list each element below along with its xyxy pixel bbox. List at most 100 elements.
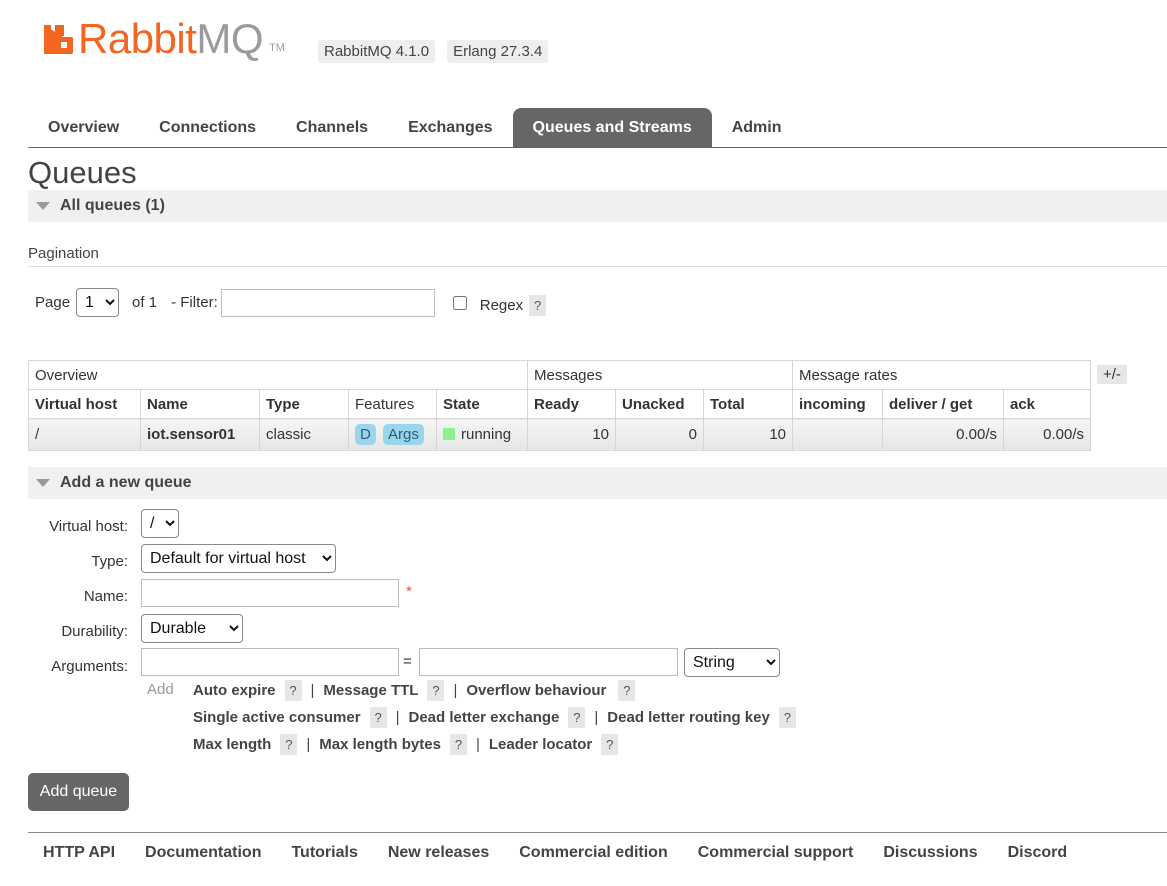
group-message-rates: Message rates	[792, 360, 1091, 390]
separator: |	[306, 736, 311, 753]
rabbitmq-logo[interactable]: RabbitMQ TM	[42, 16, 285, 60]
separator: |	[475, 736, 480, 753]
cell-unacked: 0	[615, 418, 704, 451]
collapse-triangle-icon	[36, 202, 50, 210]
tab-channels[interactable]: Channels	[276, 108, 388, 147]
group-messages: Messages	[527, 360, 793, 390]
footer-link-http-api[interactable]: HTTP API	[43, 844, 115, 862]
tab-queues-and-streams[interactable]: Queues and Streams	[512, 108, 712, 147]
vhost-select[interactable]: /	[141, 509, 179, 538]
arguments-label: Arguments:	[51, 658, 128, 675]
table-row: / iot.sensor01 classic D Args running 10…	[28, 418, 1091, 451]
cell-ready: 10	[527, 418, 616, 451]
max-length-bytes-help-icon[interactable]: ?	[449, 734, 467, 755]
add-queue-toggle[interactable]: Add a new queue	[28, 467, 1167, 499]
page-title: Queues	[28, 155, 137, 190]
name-input[interactable]	[141, 579, 399, 607]
col-ready[interactable]: Ready	[527, 389, 616, 419]
all-queues-toggle[interactable]: All queues (1)	[28, 190, 1167, 222]
trademark: TM	[269, 42, 285, 54]
argument-type-select[interactable]: String	[684, 648, 780, 677]
max-length-help-icon[interactable]: ?	[280, 734, 298, 755]
footer-link-commercial-support[interactable]: Commercial support	[698, 844, 854, 862]
vhost-label: Virtual host:	[49, 518, 128, 535]
arg-max-length-link[interactable]: Max length	[193, 736, 271, 753]
filter-input[interactable]	[220, 288, 435, 317]
cell-deliver-get: 0.00/s	[882, 418, 1004, 451]
of-pages-label: of 1	[132, 294, 158, 311]
separator: |	[594, 709, 599, 726]
cell-vhost: /	[28, 418, 141, 451]
collapse-triangle-icon	[36, 479, 50, 487]
col-state[interactable]: State	[436, 389, 528, 419]
equals-sign: =	[403, 653, 412, 670]
col-deliver-get[interactable]: deliver / get	[882, 389, 1004, 419]
arg-max-length-bytes-link[interactable]: Max length bytes	[319, 736, 441, 753]
footer-links: HTTP API Documentation Tutorials New rel…	[28, 832, 1167, 872]
separator: |	[453, 682, 458, 699]
regex-help-icon[interactable]: ?	[529, 295, 547, 316]
arg-message-ttl-link[interactable]: Message TTL	[323, 682, 418, 699]
tab-connections[interactable]: Connections	[139, 108, 276, 147]
footer-link-documentation[interactable]: Documentation	[145, 844, 261, 862]
footer-link-tutorials[interactable]: Tutorials	[291, 844, 357, 862]
tab-admin[interactable]: Admin	[712, 108, 802, 147]
logo-text: RabbitMQ	[78, 18, 264, 60]
col-unacked[interactable]: Unacked	[615, 389, 704, 419]
page-select[interactable]: 1	[76, 288, 120, 317]
add-queue-label: Add a new queue	[60, 474, 192, 491]
page-label: Page	[35, 294, 71, 311]
col-virtual-host[interactable]: Virtual host	[28, 389, 141, 419]
message-ttl-help-icon[interactable]: ?	[427, 680, 445, 701]
cell-ack: 0.00/s	[1003, 418, 1091, 451]
cell-incoming	[792, 418, 883, 451]
type-select[interactable]: Default for virtual host	[141, 544, 336, 573]
separator: |	[310, 682, 315, 699]
arg-auto-expire-link[interactable]: Auto expire	[193, 682, 276, 699]
add-queue-button[interactable]: Add queue	[28, 773, 129, 811]
argument-value-input[interactable]	[419, 648, 678, 676]
arg-dead-letter-routing-key-link[interactable]: Dead letter routing key	[607, 709, 770, 726]
column-toggle-button[interactable]: +/-	[1097, 365, 1127, 384]
col-incoming[interactable]: incoming	[792, 389, 883, 419]
main-nav: Overview Connections Channels Exchanges …	[28, 108, 1167, 148]
arg-single-active-consumer-link[interactable]: Single active consumer	[193, 709, 361, 726]
arg-dead-letter-exchange-link[interactable]: Dead letter exchange	[408, 709, 559, 726]
footer-link-new-releases[interactable]: New releases	[388, 844, 489, 862]
dead-letter-exchange-help-icon[interactable]: ?	[568, 707, 586, 728]
feature-durable-badge: D	[355, 424, 376, 445]
argument-shortcuts-row-2: Single active consumer ? | Dead letter e…	[193, 707, 796, 728]
separator: |	[395, 709, 400, 726]
argument-key-input[interactable]	[141, 648, 399, 676]
durability-label: Durability:	[61, 623, 128, 640]
single-active-consumer-help-icon[interactable]: ?	[369, 707, 387, 728]
arg-overflow-behaviour-link[interactable]: Overflow behaviour	[466, 682, 606, 699]
arg-leader-locator-link[interactable]: Leader locator	[489, 736, 592, 753]
auto-expire-help-icon[interactable]: ?	[284, 680, 302, 701]
overflow-help-icon[interactable]: ?	[618, 680, 636, 701]
leader-locator-help-icon[interactable]: ?	[601, 734, 619, 755]
running-status-icon	[443, 428, 455, 440]
col-ack[interactable]: ack	[1003, 389, 1091, 419]
erlang-badge: Erlang 27.3.4	[447, 40, 549, 63]
tab-overview[interactable]: Overview	[28, 108, 139, 147]
regex-checkbox[interactable]	[452, 295, 467, 310]
cell-state: running	[436, 418, 528, 451]
footer-link-discord[interactable]: Discord	[1008, 844, 1068, 862]
pagination-controls: Page 1 of 1 - Filter: Regex ?	[35, 288, 547, 317]
durability-select[interactable]: Durable	[141, 614, 243, 643]
footer-link-commercial-edition[interactable]: Commercial edition	[519, 844, 667, 862]
col-total[interactable]: Total	[703, 389, 793, 419]
col-name[interactable]: Name	[140, 389, 260, 419]
tab-exchanges[interactable]: Exchanges	[388, 108, 512, 147]
argument-shortcuts-row-1: Auto expire ? | Message TTL ? | Overflow…	[193, 680, 636, 701]
version-badge: RabbitMQ 4.1.0	[318, 40, 436, 63]
type-label: Type:	[91, 553, 128, 570]
cell-features: D Args	[348, 418, 437, 451]
queue-name-link[interactable]: iot.sensor01	[140, 418, 260, 451]
footer-link-discussions[interactable]: Discussions	[883, 844, 977, 862]
group-overview: Overview	[28, 360, 528, 390]
dead-letter-routing-key-help-icon[interactable]: ?	[778, 707, 796, 728]
col-type[interactable]: Type	[259, 389, 349, 419]
pagination-section-label: Pagination	[28, 245, 1167, 267]
